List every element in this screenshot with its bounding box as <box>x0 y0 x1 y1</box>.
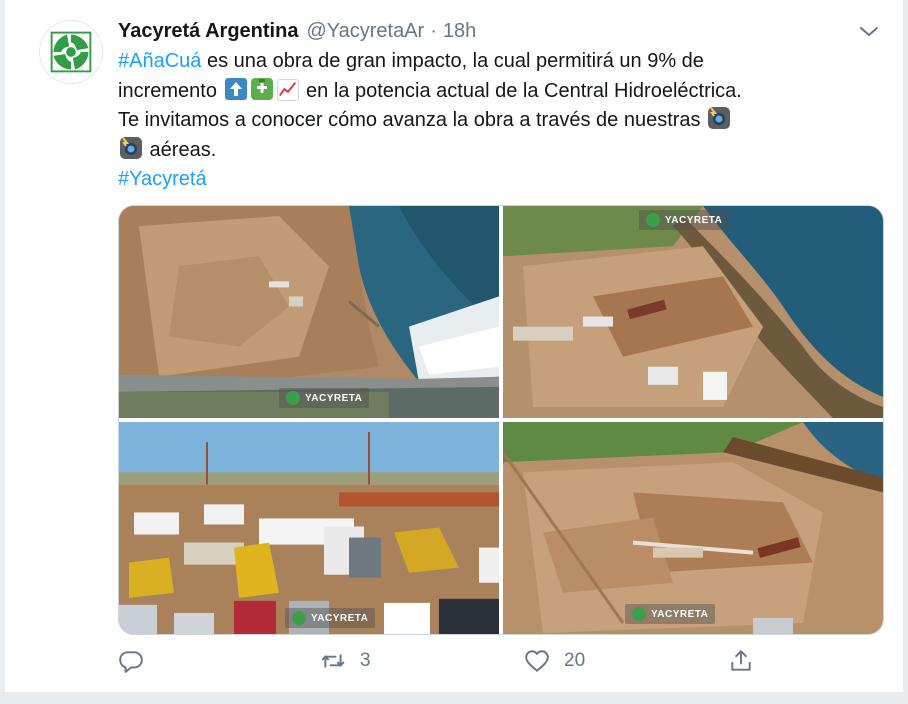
camera-flash-emoji-icon <box>120 136 142 159</box>
tweet-card[interactable]: Yacyretá Argentina @YacyretaAr · 18h #Añ… <box>4 0 904 692</box>
reply-button[interactable] <box>118 648 158 674</box>
retweet-count: 3 <box>360 650 371 671</box>
yacyreta-watermark: YACYRETA <box>279 388 370 408</box>
tweet-text-segment: incremento <box>118 79 223 102</box>
watermark-text: YACYRETA <box>311 612 369 624</box>
aerial-construction-coast-photo[interactable]: YACYRETA <box>503 206 883 418</box>
chart-increasing-emoji-icon <box>276 78 299 101</box>
yacyreta-watermark: YACYRETA <box>625 604 716 624</box>
yacyreta-logo-icon <box>632 607 646 621</box>
tweet-timestamp[interactable]: 18h <box>443 20 476 43</box>
tweet-text-segment: Te invitamos a conocer cómo avanza la ob… <box>118 109 707 131</box>
hashtag-link[interactable]: #AñaCuá <box>118 50 201 72</box>
author-handle[interactable]: @YacyretaAr <box>306 20 424 43</box>
separator-dot: · <box>430 19 437 42</box>
share-button[interactable] <box>728 648 768 674</box>
retweet-button[interactable]: 3 <box>320 648 371 674</box>
retweet-icon <box>321 654 345 668</box>
tweet-line-3: Te invitamos a conocer cómo avanza la ob… <box>118 106 888 136</box>
like-count: 20 <box>564 650 586 671</box>
yacyreta-logo-icon <box>286 391 300 405</box>
yacyreta-watermark: YACYRETA <box>639 210 730 230</box>
tweet-header: Yacyretá Argentina @YacyretaAr · 18h <box>118 18 476 44</box>
camera-flash-emoji-icon <box>708 107 731 129</box>
avatar[interactable] <box>39 20 103 84</box>
tweet-actions: 3 20 <box>118 648 778 680</box>
share-icon <box>731 649 751 671</box>
like-button[interactable]: 20 <box>524 648 585 674</box>
tweet-line-1: #AñaCuá es una obra de gran impacto, la … <box>118 47 888 77</box>
tweet-line-4: aéreas. <box>118 136 888 166</box>
up-arrow-emoji-icon <box>224 77 247 100</box>
reply-icon <box>119 651 143 673</box>
yacyreta-watermark: YACYRETA <box>285 608 376 628</box>
tweet-text-segment: es una obra de gran impacto, la cual per… <box>201 50 704 72</box>
yacyreta-logo-icon <box>50 31 92 73</box>
aerial-dam-spillway-photo[interactable]: YACYRETA <box>119 206 499 418</box>
tweet-text: #AñaCuá es una obra de gran impacto, la … <box>118 47 888 195</box>
hashtag-link[interactable]: #Yacyretá <box>118 168 207 190</box>
tweet-text-segment: en la potencia actual de la Central Hidr… <box>300 79 742 102</box>
watermark-text: YACYRETA <box>305 392 363 404</box>
tweet-line-5: #Yacyretá <box>118 165 888 195</box>
chevron-down-icon[interactable] <box>857 20 881 44</box>
tweet-line-2: incremento en la potencia actual de la C… <box>118 77 888 107</box>
watermark-text: YACYRETA <box>651 608 709 620</box>
heart-icon <box>525 650 549 672</box>
aerial-earthworks-photo[interactable]: YACYRETA <box>503 422 883 634</box>
yacyreta-logo-icon <box>646 213 660 227</box>
tweet-text-segment: aéreas. <box>144 138 217 161</box>
ground-construction-equipment-photo[interactable]: YACYRETA <box>119 422 499 634</box>
battery-emoji-icon <box>250 77 273 100</box>
yacyreta-logo-icon <box>292 611 306 625</box>
author-name[interactable]: Yacyretá Argentina <box>118 20 298 43</box>
media-grid: YACYRETA YACYRETA YACYRETA YACYRETA <box>118 205 884 635</box>
watermark-text: YACYRETA <box>665 214 723 226</box>
